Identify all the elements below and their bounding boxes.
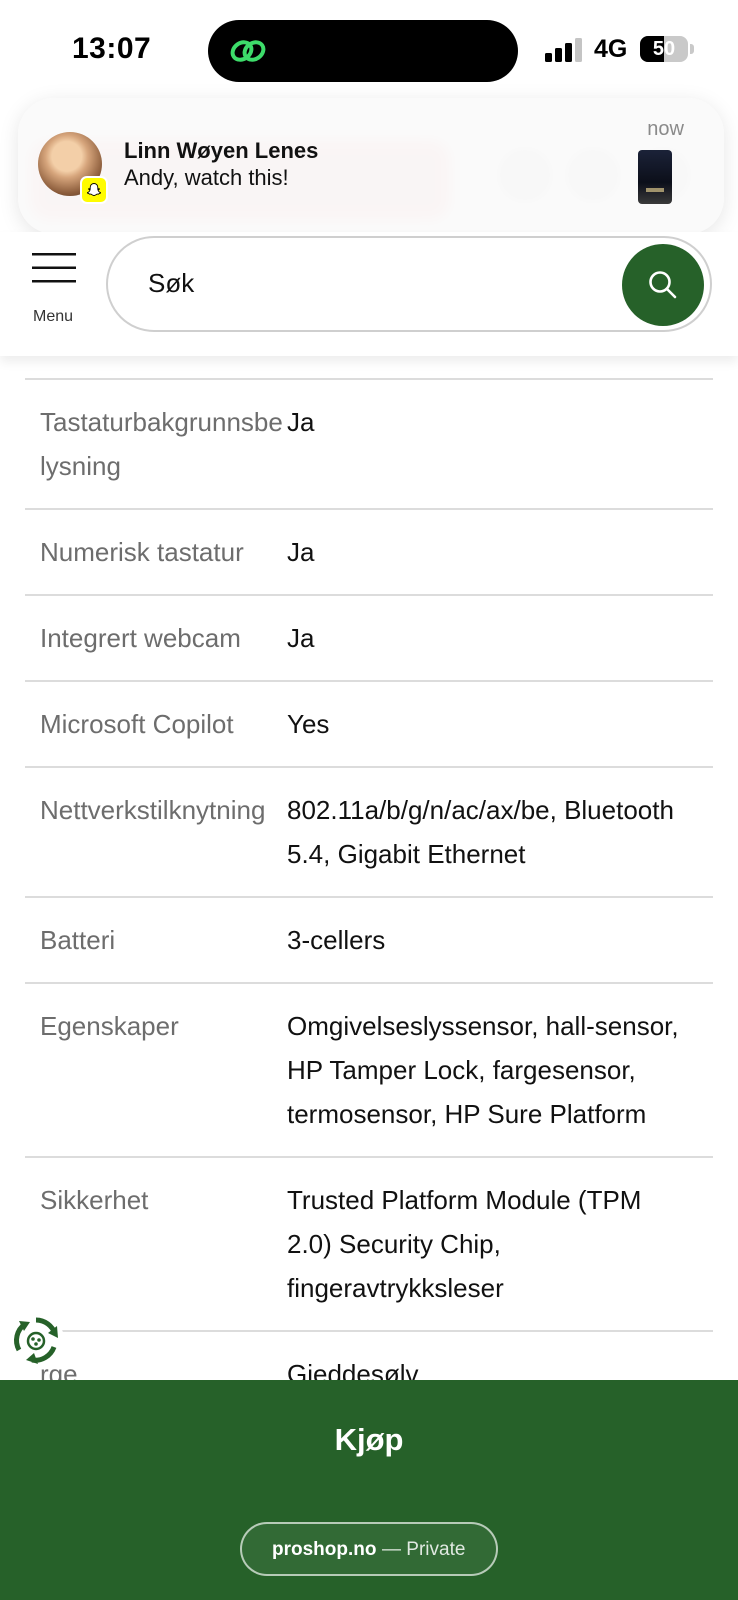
specification-table: Tastaturbakgrunnsbelysning Ja Numerisk tas…: [25, 378, 713, 1418]
spec-value: Ja: [287, 537, 315, 567]
notification-message: Andy, watch this!: [124, 165, 289, 190]
dynamic-island: [208, 20, 518, 82]
browser-url-bar[interactable]: proshop.no — Private: [240, 1522, 498, 1576]
spec-value: Ja: [287, 623, 315, 653]
spec-row: Sikkerhet Trusted Platform Module (TPM 2.…: [25, 1158, 713, 1332]
spec-label: Egenskaper: [40, 1011, 179, 1041]
spec-label: Sikkerhet: [40, 1185, 149, 1215]
battery-cap: [690, 44, 694, 54]
notification-time: now: [647, 118, 684, 140]
network-type: 4G: [594, 35, 628, 63]
cellular-signal-icon: [545, 38, 582, 62]
battery-level: 50: [652, 38, 676, 60]
spec-row: Microsoft Copilot Yes: [25, 682, 713, 768]
spec-row: Tastaturbakgrunnsbelysning Ja: [25, 380, 713, 510]
spec-row: Nettverkstilknytning 802.11a/b/g/n/ac/ax/…: [25, 768, 713, 898]
spec-value: Ja: [287, 407, 315, 437]
snapchat-icon: [80, 176, 108, 204]
search-placeholder: Søk: [148, 268, 195, 298]
spec-value: Omgivelseslyssensor, hall-sensor, HP Tam…: [287, 1011, 679, 1129]
status-bar: 13:07 4G 50: [0, 0, 738, 100]
spec-label: Microsoft Copilot: [40, 709, 234, 739]
spec-label: Tastaturbakgrunnsbelysning: [40, 407, 283, 481]
phone-screen: 13:07 4G 50 Linn Wøyen Lenes Andy, watch…: [0, 0, 738, 1600]
spec-value: 3-cellers: [287, 925, 386, 955]
notification-sender: Linn Wøyen Lenes: [124, 138, 319, 163]
magnifier-icon: [649, 271, 677, 299]
spec-row: Batteri 3-cellers: [25, 898, 713, 984]
spec-value: Trusted Platform Module (TPM 2.0) Securi…: [287, 1185, 642, 1303]
spec-label: Integrert webcam: [40, 623, 241, 653]
spec-row: Egenskaper Omgivelseslyssensor, hall-sens…: [25, 984, 713, 1158]
menu-button[interactable]: Menu: [20, 246, 86, 326]
buy-bar: Kjøp proshop.no — Private: [0, 1380, 738, 1600]
private-mode-label: — Private: [382, 1539, 466, 1560]
push-notification[interactable]: Linn Wøyen Lenes Andy, watch this! now: [18, 98, 724, 234]
recycle-icon[interactable]: [8, 1312, 64, 1368]
hamburger-menu-icon: [32, 253, 76, 283]
status-time: 13:07: [72, 32, 152, 65]
url-domain: proshop.no: [272, 1539, 377, 1560]
spec-label: Numerisk tastatur: [40, 537, 244, 567]
search-button[interactable]: [622, 244, 704, 326]
spec-row: Integrert webcam Ja: [25, 596, 713, 682]
link-icon: [230, 40, 266, 62]
notification-thumbnail: [638, 150, 672, 204]
spec-label: Nettverkstilknytning: [40, 795, 266, 825]
spec-value: 802.11a/b/g/n/ac/ax/be, Bluetooth 5.4, G…: [287, 795, 674, 869]
spec-value: Yes: [287, 709, 330, 739]
battery-icon: 50: [640, 36, 688, 62]
menu-label: Menu: [32, 308, 74, 325]
buy-button[interactable]: Kjøp: [0, 1422, 738, 1458]
spec-label: Batteri: [40, 925, 116, 955]
search-input[interactable]: Søk: [106, 236, 712, 332]
site-header: Menu Søk: [0, 232, 738, 356]
spec-row: Numerisk tastatur Ja: [25, 510, 713, 596]
